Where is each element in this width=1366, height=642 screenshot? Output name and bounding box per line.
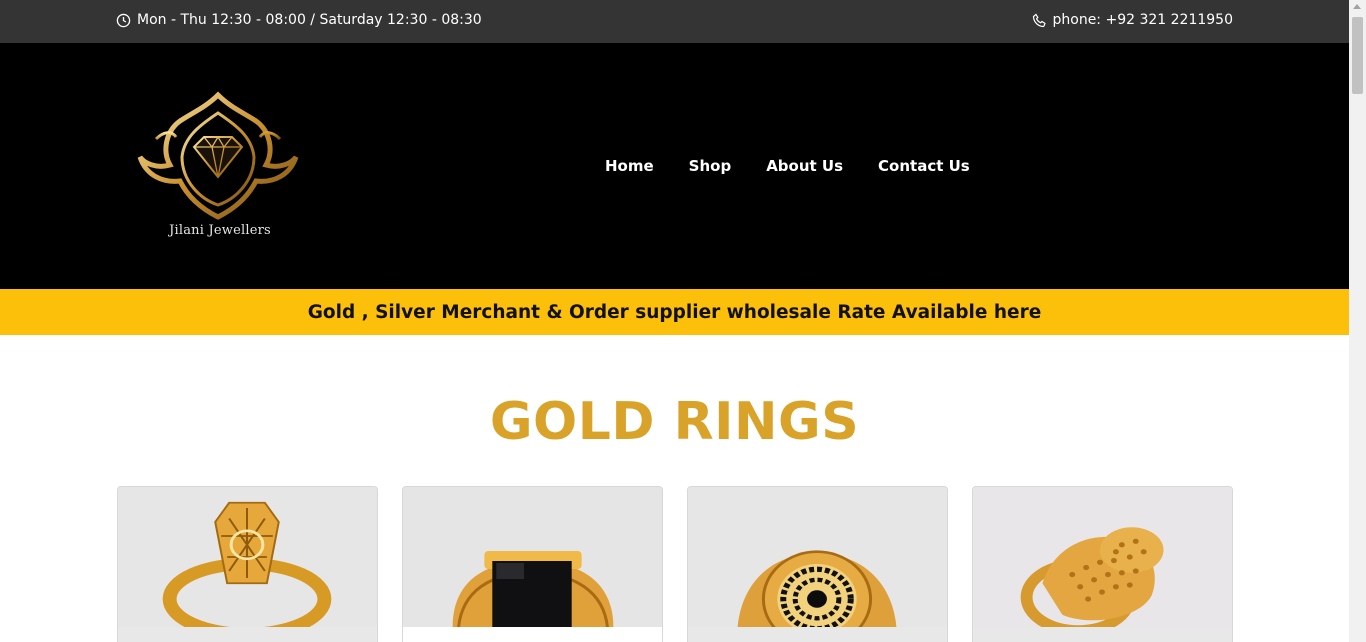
contact-phone[interactable]: phone: +92 321 2211950 (1032, 12, 1234, 28)
section-title: GOLD RINGS (489, 392, 860, 452)
scrollbar-thumb[interactable] (1352, 17, 1363, 94)
brand-name: Jilani Jewellers (169, 223, 271, 238)
scroll-up-arrow-icon[interactable] (1353, 4, 1361, 9)
main-navigation: Home Shop About Us Contact Us (605, 157, 970, 175)
product-card[interactable] (687, 486, 948, 642)
clock-icon (116, 13, 131, 27)
site-header: Jilani Jewellers Home Shop About Us Cont… (0, 43, 1349, 289)
promo-banner-text: Gold , Silver Merchant & Order supplier … (307, 301, 1042, 323)
product-card[interactable] (972, 486, 1233, 642)
product-card[interactable] (402, 486, 663, 642)
gold-filigree-ring-image[interactable] (118, 487, 377, 641)
business-hours: Mon - Thu 12:30 - 08:00 / Saturday 12:30… (116, 12, 482, 28)
nav-home[interactable]: Home (605, 157, 654, 175)
phone-icon (1032, 12, 1046, 27)
gold-black-stone-ring-image[interactable] (403, 487, 662, 628)
gold-black-gem-cluster-ring-image[interactable] (688, 487, 947, 642)
phone-text[interactable]: phone: +92 321 2211950 (1053, 12, 1234, 28)
top-info-bar: Mon - Thu 12:30 - 08:00 / Saturday 12:30… (0, 0, 1349, 43)
hours-text: Mon - Thu 12:30 - 08:00 / Saturday 12:30… (137, 12, 482, 28)
gold-dome-filigree-ring-image[interactable] (973, 487, 1232, 636)
diamond-emblem-icon (137, 91, 299, 220)
nav-shop[interactable]: Shop (689, 157, 732, 175)
vertical-scrollbar[interactable] (1349, 0, 1366, 642)
product-grid (117, 486, 1233, 642)
product-card[interactable] (117, 486, 378, 642)
page: Mon - Thu 12:30 - 08:00 / Saturday 12:30… (0, 0, 1349, 642)
promo-banner: Gold , Silver Merchant & Order supplier … (0, 289, 1349, 335)
brand-logo[interactable]: Jilani Jewellers (136, 91, 300, 243)
nav-contact-us[interactable]: Contact Us (878, 157, 970, 175)
nav-about-us[interactable]: About Us (766, 157, 843, 175)
